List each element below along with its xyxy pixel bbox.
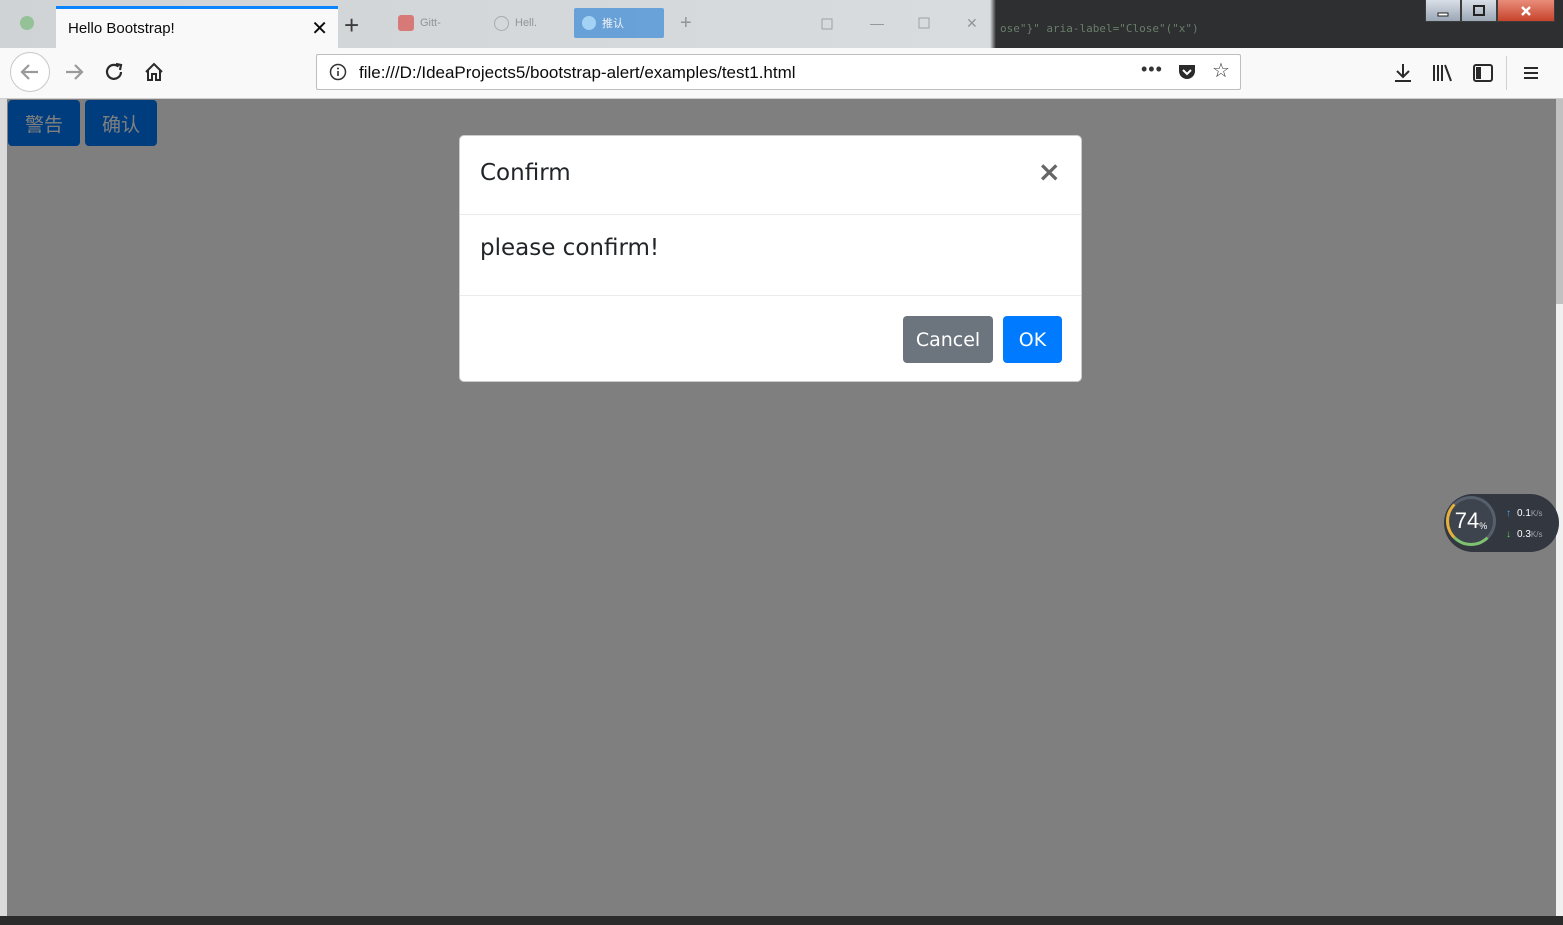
background-tab-2[interactable]: Gitt-: [398, 8, 441, 38]
scrollbar-thumb[interactable]: [1556, 99, 1563, 304]
globe-icon: [494, 15, 509, 31]
cancel-button[interactable]: Cancel: [903, 316, 993, 363]
address-bar[interactable]: file:///D:/IdeaProjects5/bootstrap-alert…: [316, 54, 1241, 90]
background-tab-1[interactable]: [20, 8, 34, 38]
hamburger-menu-icon: [1524, 67, 1538, 79]
back-button[interactable]: [10, 52, 50, 92]
maximize-button[interactable]: [1461, 0, 1497, 22]
window-bottom-border: [0, 916, 1563, 925]
tab-label: Gitt-: [420, 17, 441, 29]
arrow-right-icon: [66, 64, 84, 80]
minimize-icon: [1437, 12, 1449, 16]
modal-footer: Cancel OK: [460, 296, 1081, 383]
modal-close-icon[interactable]: ×: [1038, 158, 1061, 186]
toolbar-separator: [1506, 56, 1507, 90]
reload-button[interactable]: [100, 58, 128, 86]
sidebar-icon: [1473, 64, 1493, 82]
net-speed-widget[interactable]: 74% ↑ 0.1K/s ↓ 0.3K/s: [1444, 494, 1559, 552]
upload-speed: ↑ 0.1K/s: [1506, 508, 1542, 519]
faded-maximize-icon: [918, 8, 930, 38]
background-tab-3[interactable]: Hell.: [494, 8, 537, 38]
page-actions-more-icon[interactable]: •••: [1141, 59, 1163, 80]
tab-title: Hello Bootstrap!: [68, 20, 175, 37]
maximize-icon: [1473, 4, 1485, 16]
library-icon: [1433, 64, 1452, 82]
close-window-button[interactable]: [1497, 0, 1555, 22]
modal-message: please confirm!: [480, 235, 660, 261]
title-bar: Gitt- Hell. 推认 + — ✕ ose"}" aria-label="…: [0, 0, 1563, 48]
background-code-text: ose"}" aria-label="Close"("x"): [1000, 22, 1199, 35]
download-arrow-icon: ↓: [1506, 529, 1511, 540]
faded-close-icon: ✕: [966, 14, 978, 31]
navigation-toolbar: file:///D:/IdeaProjects5/bootstrap-alert…: [0, 48, 1563, 99]
gauge-percent: 74: [1454, 508, 1480, 533]
downloads-button[interactable]: [1390, 60, 1416, 86]
upload-value: 0.1: [1517, 508, 1531, 519]
page-content: 警告 确认 Confirm × please confirm! Cancel O…: [7, 99, 1556, 916]
cpu-gauge: 74%: [1446, 496, 1496, 546]
pocket-icon[interactable]: [1177, 62, 1197, 82]
red-tab-icon: [398, 15, 414, 31]
tab-close-icon[interactable]: ✕: [311, 19, 328, 39]
modal-header: Confirm ×: [460, 136, 1081, 215]
blue-tab-icon: [582, 16, 596, 30]
library-button[interactable]: [1430, 60, 1456, 86]
window-controls: [1425, 0, 1555, 22]
faded-new-tab-icon: +: [680, 11, 692, 34]
modal-title: Confirm: [480, 160, 571, 186]
arrow-left-icon: [20, 64, 38, 80]
download-value: 0.3: [1517, 529, 1531, 540]
reload-icon: [105, 62, 123, 80]
sidebar-button[interactable]: [1470, 60, 1496, 86]
url-text[interactable]: file:///D:/IdeaProjects5/bootstrap-alert…: [359, 63, 796, 83]
tab-label: Hell.: [515, 17, 538, 29]
home-button[interactable]: [140, 58, 168, 86]
tab-label: 推认: [602, 18, 624, 30]
faded-trash-icon: [820, 8, 834, 38]
background-tab-4[interactable]: 推认: [574, 8, 664, 38]
tab-hello-bootstrap[interactable]: Hello Bootstrap! ✕: [56, 6, 338, 48]
download-speed: ↓ 0.3K/s: [1506, 529, 1542, 540]
bookmark-star-icon[interactable]: ☆: [1212, 60, 1230, 82]
tab-favicon-icon: [20, 16, 34, 30]
upload-arrow-icon: ↑: [1506, 508, 1511, 519]
faded-minimize-icon: —: [870, 15, 884, 31]
close-icon: [1521, 5, 1531, 16]
ok-button[interactable]: OK: [1003, 316, 1062, 363]
upload-unit: K/s: [1530, 509, 1543, 518]
confirm-modal: Confirm × please confirm! Cancel OK: [459, 135, 1082, 382]
window-left-edge: [0, 99, 7, 916]
home-icon: [145, 62, 163, 81]
minimize-button[interactable]: [1425, 0, 1461, 22]
info-icon[interactable]: [329, 63, 347, 81]
download-unit: K/s: [1530, 530, 1543, 539]
download-icon: [1395, 64, 1411, 82]
menu-button[interactable]: [1518, 60, 1544, 86]
forward-button[interactable]: [60, 58, 88, 86]
new-tab-button[interactable]: +: [344, 12, 359, 38]
gauge-percent-sign: %: [1479, 521, 1488, 531]
modal-body: please confirm!: [460, 215, 1081, 296]
